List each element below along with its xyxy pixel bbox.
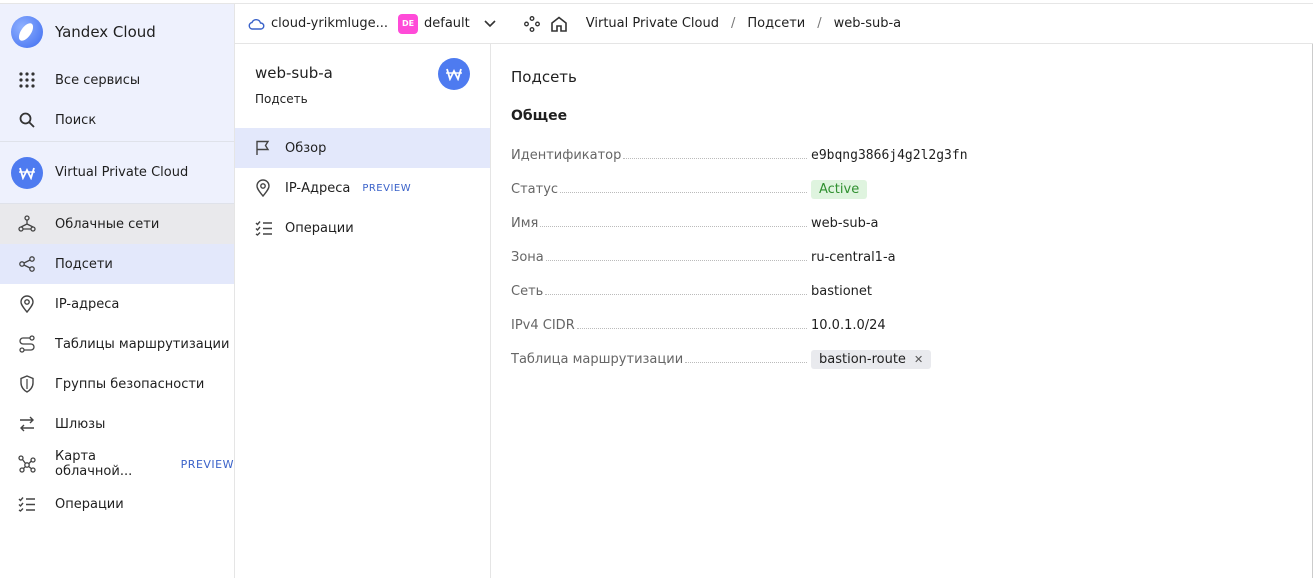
tab-label: IP-Адреса (285, 180, 351, 196)
property-value-name: web-sub-a (811, 215, 879, 231)
sidebar-item-cloud-map[interactable]: Карта облачной... PREVIEW (0, 444, 234, 484)
resource-panel: web-sub-a Подсеть Обзор IP-Адреса PREVIE… (235, 44, 491, 578)
property-value-id[interactable]: e9bqng3866j4g2l2g3fn (811, 148, 968, 163)
sidebar-item-label: Группы безопасности (55, 376, 205, 392)
breadcrumb-current: web-sub-a (833, 16, 902, 31)
folder-badge: DE (398, 13, 419, 34)
grid-icon (18, 71, 36, 89)
folder-name: default (424, 16, 470, 31)
sidebar-item-security-groups[interactable]: Группы безопасности (0, 364, 234, 404)
sidebar-nav: Облачные сети Подсети IP-адреса Таблицы … (0, 204, 234, 524)
sidebar-item-label: Поиск (55, 112, 97, 128)
properties-list: Идентификатор e9bqng3866j4g2l2g3fn Стату… (511, 138, 1312, 376)
page-title: Подсеть (511, 68, 577, 86)
sidebar-item-operations[interactable]: Операции (0, 484, 234, 524)
close-icon[interactable]: ✕ (914, 353, 923, 366)
gateway-arrows-icon (18, 415, 36, 433)
property-label: Сеть (511, 283, 544, 299)
property-row-route-table: Таблица маршрутизации bastion-route ✕ (511, 342, 1312, 376)
tab-label: Операции (285, 220, 354, 236)
shield-icon (18, 375, 36, 393)
sidebar-item-route-tables[interactable]: Таблицы маршрутизации (0, 324, 234, 364)
top-header: cloud-yrikmluge... DE default Virtual Pr… (235, 4, 1313, 44)
subnets-icon (18, 255, 36, 273)
property-row-network: Сеть bastionet (511, 274, 1312, 308)
property-label: Идентификатор (511, 147, 622, 163)
property-row-name: Имя web-sub-a (511, 206, 1312, 240)
sidebar-item-label: Облачные сети (55, 216, 160, 232)
property-label: IPv4 CIDR (511, 317, 575, 333)
tab-operations[interactable]: Операции (235, 208, 490, 248)
property-label: Имя (511, 215, 539, 231)
property-row-cidr: IPv4 CIDR 10.0.1.0/24 (511, 308, 1312, 342)
sidebar: Yandex Cloud Все сервисы Поиск Virtual P… (0, 4, 235, 578)
section-title: Общее (511, 108, 568, 124)
property-label: Зона (511, 249, 544, 265)
resource-header: web-sub-a Подсеть (235, 44, 490, 128)
resource-type: Подсеть (255, 92, 308, 106)
vpc-icon (11, 156, 43, 189)
home-icon[interactable] (550, 15, 568, 32)
cloud-selector[interactable]: cloud-yrikmluge... (235, 16, 388, 31)
location-pin-icon (255, 179, 273, 197)
search-icon (18, 111, 36, 129)
breadcrumb-vpc[interactable]: Virtual Private Cloud (586, 16, 719, 31)
sidebar-item-label: Шлюзы (55, 416, 106, 432)
preview-badge: PREVIEW (180, 457, 234, 471)
sidebar-item-label: Карта облачной... (55, 449, 133, 479)
sidebar-item-ip-addresses[interactable]: IP-адреса (0, 284, 234, 324)
sidebar-item-label: Операции (55, 496, 124, 512)
sidebar-item-label: Все сервисы (55, 72, 141, 88)
chevron-down-icon (484, 19, 498, 28)
list-check-icon (255, 220, 273, 236)
sidebar-item-search[interactable]: Поиск (0, 100, 234, 140)
property-value-cidr: 10.0.1.0/24 (811, 317, 886, 333)
preview-badge: PREVIEW (362, 182, 412, 194)
property-row-status: Статус Active (511, 172, 1312, 206)
route-icon (18, 335, 36, 353)
sidebar-top: Yandex Cloud Все сервисы Поиск (0, 4, 234, 142)
property-label: Статус (511, 181, 559, 197)
sidebar-item-label: IP-адреса (55, 296, 120, 312)
route-table-tag[interactable]: bastion-route ✕ (811, 349, 932, 369)
sidebar-item-all-services[interactable]: Все сервисы (0, 60, 234, 100)
cloud-networks-icon (18, 215, 36, 233)
brand-row[interactable]: Yandex Cloud (0, 4, 234, 60)
vpc-icon (438, 58, 470, 90)
tab-overview[interactable]: Обзор (235, 128, 490, 168)
folder-selector[interactable]: DE default (388, 13, 498, 34)
property-label: Таблица маршрутизации (511, 351, 684, 367)
tab-ip-addresses[interactable]: IP-Адреса PREVIEW (235, 168, 490, 208)
route-table-name: bastion-route (819, 351, 906, 367)
location-pin-icon (18, 295, 36, 313)
yandex-cloud-logo-icon (11, 16, 43, 48)
list-check-icon (18, 495, 36, 513)
property-row-zone: Зона ru-central1-a (511, 240, 1312, 274)
map-graph-icon (18, 455, 36, 473)
network-link[interactable]: bastionet (811, 284, 872, 299)
main-content: Подсеть Общее Идентификатор e9bqng3866j4… (491, 44, 1313, 578)
sidebar-item-label: Таблицы маршрутизации (55, 336, 230, 352)
cloud-icon (247, 17, 265, 31)
sidebar-item-label: Подсети (55, 256, 113, 272)
status-badge: Active (811, 179, 868, 199)
breadcrumb-subnets[interactable]: Подсети (747, 16, 805, 31)
sidebar-item-gateways[interactable]: Шлюзы (0, 404, 234, 444)
property-value-zone: ru-central1-a (811, 249, 896, 265)
sidebar-item-cloud-networks[interactable]: Облачные сети (0, 204, 234, 244)
property-row-id: Идентификатор e9bqng3866j4g2l2g3fn (511, 138, 1312, 172)
service-header[interactable]: Virtual Private Cloud (0, 142, 234, 204)
service-graph-icon[interactable] (523, 15, 540, 32)
flag-icon (255, 140, 273, 156)
cloud-name: cloud-yrikmluge... (271, 16, 389, 31)
tab-label: Обзор (285, 140, 327, 156)
sidebar-item-subnets[interactable]: Подсети (0, 244, 234, 284)
brand-name: Yandex Cloud (55, 23, 156, 41)
service-name: Virtual Private Cloud (55, 165, 189, 180)
